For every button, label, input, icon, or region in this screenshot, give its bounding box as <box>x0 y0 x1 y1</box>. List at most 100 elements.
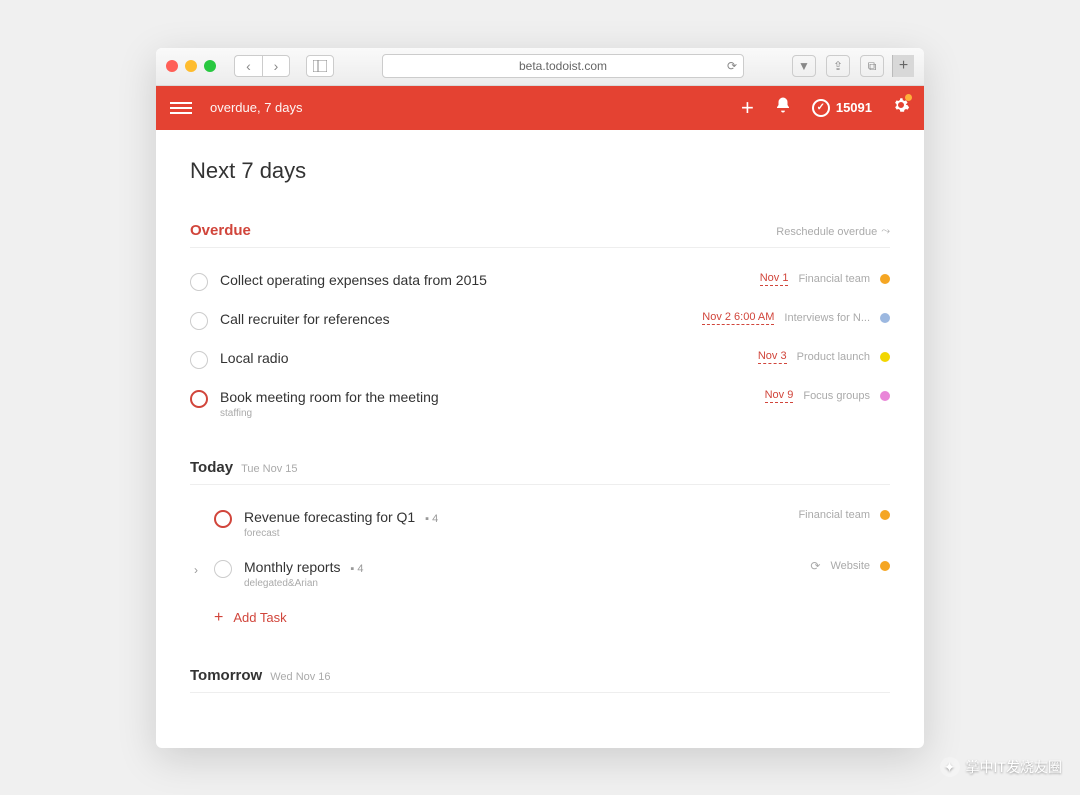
overdue-header: Overdue Reschedule overdue ⤳ <box>190 222 890 248</box>
task-checkbox[interactable] <box>190 390 208 408</box>
task-subtitle: forecast <box>244 528 786 539</box>
karma-points: 15091 <box>836 100 872 115</box>
reschedule-icon: ⤳ <box>881 225 890 238</box>
browser-titlebar: ‹ › beta.todoist.com ⟳ ▼ ⇪ ⧉ + <box>156 48 924 86</box>
add-task-label: Add Task <box>233 610 286 625</box>
task-meta: Nov 2 6:00 AM Interviews for N... <box>702 311 890 325</box>
project-color-dot <box>880 274 890 284</box>
breadcrumb: overdue, 7 days <box>210 100 303 115</box>
task-checkbox[interactable] <box>190 273 208 291</box>
task-title: Call recruiter for references <box>220 311 690 327</box>
comment-icon[interactable]: ▪ 4 <box>350 563 363 575</box>
wechat-icon: ✦ <box>940 757 960 777</box>
task-subtitle: staffing <box>220 408 753 419</box>
task-due-date[interactable]: Nov 3 <box>758 350 787 364</box>
sidebar-toggle-button[interactable] <box>306 55 334 77</box>
tomorrow-title: Tomorrow <box>190 667 262 684</box>
task-checkbox[interactable] <box>214 510 232 528</box>
url-bar[interactable]: beta.todoist.com ⟳ <box>382 54 744 78</box>
task-title: Collect operating expenses data from 201… <box>220 272 748 288</box>
project-color-dot <box>880 313 890 323</box>
task-row[interactable]: Local radio Nov 3 Product launch <box>190 340 890 379</box>
karma-badge-icon: ✓ <box>812 99 830 117</box>
settings-button[interactable] <box>892 96 910 119</box>
toolbar-icons: ▼ ⇪ ⧉ <box>792 55 884 77</box>
topbar-right: + ✓ 15091 <box>741 95 910 121</box>
minimize-window-button[interactable] <box>185 60 197 72</box>
new-tab-button[interactable]: + <box>892 55 914 77</box>
app-body: overdue, 7 days + ✓ 15091 <box>156 86 924 748</box>
notifications-button[interactable] <box>774 96 792 119</box>
task-subtitle: delegated&Arian <box>244 578 798 589</box>
reschedule-overdue-link[interactable]: Reschedule overdue ⤳ <box>776 225 890 238</box>
main-scroll[interactable]: Next 7 days Overdue Reschedule overdue ⤳… <box>156 130 924 748</box>
tomorrow-section: Tomorrow Wed Nov 16 <box>190 667 890 693</box>
add-task-button[interactable]: + Add Task <box>190 599 890 637</box>
downloads-button[interactable]: ▼ <box>792 55 816 77</box>
quick-add-button[interactable]: + <box>741 95 754 121</box>
zoom-window-button[interactable] <box>204 60 216 72</box>
forward-button[interactable]: › <box>262 55 290 77</box>
task-meta: ⟳ Website <box>810 559 890 573</box>
overdue-title: Overdue <box>190 222 251 239</box>
tomorrow-header: Tomorrow Wed Nov 16 <box>190 667 890 693</box>
expand-icon[interactable]: › <box>190 563 202 577</box>
task-project[interactable]: Interviews for N... <box>784 312 870 324</box>
task-project[interactable]: Website <box>830 560 870 572</box>
task-main: Revenue forecasting for Q1 ▪ 4 forecast <box>244 509 786 539</box>
task-title: Monthly reports ▪ 4 <box>244 559 798 575</box>
today-section: Today Tue Nov 15 › Revenue forecasting f… <box>190 459 890 637</box>
task-checkbox[interactable] <box>214 560 232 578</box>
karma-display[interactable]: ✓ 15091 <box>812 99 872 117</box>
task-row[interactable]: › Revenue forecasting for Q1 ▪ 4 forecas… <box>190 499 890 549</box>
task-due-date[interactable]: Nov 1 <box>760 272 789 286</box>
window-controls <box>166 60 216 72</box>
task-meta: Nov 9 Focus groups <box>765 389 890 403</box>
task-project[interactable]: Product launch <box>797 351 870 363</box>
task-title: Book meeting room for the meeting <box>220 389 753 405</box>
back-button[interactable]: ‹ <box>234 55 262 77</box>
share-button[interactable]: ⇪ <box>826 55 850 77</box>
task-project[interactable]: Financial team <box>798 509 870 521</box>
browser-window: ‹ › beta.todoist.com ⟳ ▼ ⇪ ⧉ + overdue, … <box>156 48 924 748</box>
task-row[interactable]: Book meeting room for the meeting staffi… <box>190 379 890 429</box>
settings-notification-dot <box>905 94 912 101</box>
content-wrap: overdue, 7 days + ✓ 15091 <box>156 86 924 748</box>
recurring-icon: ⟳ <box>810 559 820 573</box>
today-header: Today Tue Nov 15 <box>190 459 890 485</box>
task-title: Revenue forecasting for Q1 ▪ 4 <box>244 509 786 525</box>
project-color-dot <box>880 391 890 401</box>
tomorrow-date: Wed Nov 16 <box>270 671 330 683</box>
url-text: beta.todoist.com <box>519 59 607 73</box>
watermark: ✦ 掌中IT发烧友圈 <box>940 757 1062 777</box>
task-meta: Financial team <box>798 509 890 521</box>
task-main: Book meeting room for the meeting staffi… <box>220 389 753 419</box>
page-title: Next 7 days <box>190 158 890 184</box>
task-main: Local radio <box>220 350 746 366</box>
close-window-button[interactable] <box>166 60 178 72</box>
reload-icon[interactable]: ⟳ <box>727 59 737 73</box>
task-main: Collect operating expenses data from 201… <box>220 272 748 288</box>
task-checkbox[interactable] <box>190 351 208 369</box>
task-checkbox[interactable] <box>190 312 208 330</box>
nav-buttons: ‹ › <box>234 55 290 77</box>
task-row[interactable]: Collect operating expenses data from 201… <box>190 262 890 301</box>
tabs-button[interactable]: ⧉ <box>860 55 884 77</box>
task-main: Call recruiter for references <box>220 311 690 327</box>
menu-icon[interactable] <box>170 102 192 114</box>
task-project[interactable]: Focus groups <box>803 390 870 402</box>
task-row[interactable]: › Monthly reports ▪ 4 delegated&Arian ⟳ … <box>190 549 890 599</box>
project-color-dot <box>880 561 890 571</box>
task-project[interactable]: Financial team <box>798 273 870 285</box>
task-due-date[interactable]: Nov 2 6:00 AM <box>702 311 774 325</box>
today-title: Today <box>190 459 233 476</box>
plus-icon: + <box>214 609 223 627</box>
task-title: Local radio <box>220 350 746 366</box>
task-meta: Nov 1 Financial team <box>760 272 890 286</box>
task-due-date[interactable]: Nov 9 <box>765 389 794 403</box>
task-row[interactable]: Call recruiter for references Nov 2 6:00… <box>190 301 890 340</box>
project-color-dot <box>880 352 890 362</box>
task-main: Monthly reports ▪ 4 delegated&Arian <box>244 559 798 589</box>
comment-icon[interactable]: ▪ 4 <box>425 513 438 525</box>
project-color-dot <box>880 510 890 520</box>
